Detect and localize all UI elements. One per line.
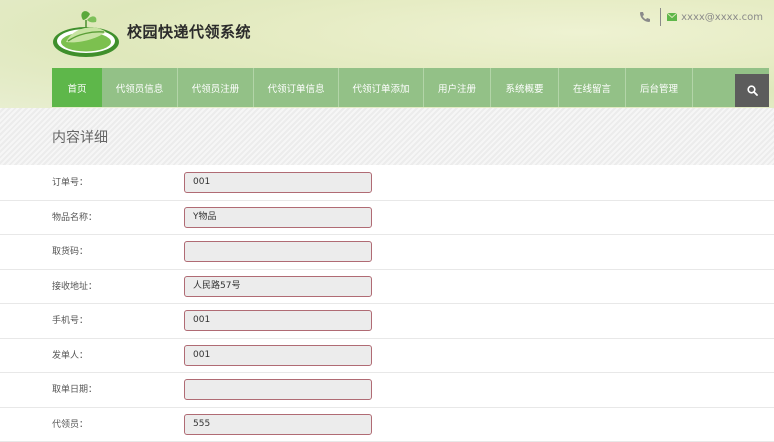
courier-label: 代领员： (52, 408, 88, 442)
form-row-sender: 发单人： 001 (0, 339, 774, 374)
nav-item-courier-register[interactable]: 代领员注册 (178, 68, 254, 107)
nav-item-order-info[interactable]: 代领订单信息 (254, 68, 339, 107)
main-nav: 首页 代领员信息 代领员注册 代领订单信息 代领订单添加 用户注册 系统概要 在… (52, 68, 769, 107)
form-row-phone: 手机号： 001 (0, 304, 774, 339)
envelope-icon (667, 13, 677, 21)
header: 校园快递代领系统 xxxx@xxxx.com 首页 代领员信息 代领员注册 代领… (0, 0, 774, 108)
nav-item-courier-info[interactable]: 代领员信息 (102, 68, 178, 107)
item-name-label: 物品名称： (52, 201, 97, 235)
nav-item-admin[interactable]: 后台管理 (626, 68, 693, 107)
pickup-date-label: 取单日期： (52, 373, 97, 407)
form-row-item-name: 物品名称： Y物品 (0, 201, 774, 236)
phone-field[interactable]: 001 (184, 310, 372, 331)
form-row-courier: 代领员： 555 (0, 408, 774, 442)
form-row-pickup-code: 取货码： (0, 235, 774, 270)
phone-icon (638, 10, 652, 24)
logo-leaf-icon[interactable] (52, 6, 120, 58)
contact-email[interactable]: xxxx@xxxx.com (681, 12, 763, 23)
form-row-address: 接收地址： 人民路57号 (0, 270, 774, 305)
search-button[interactable] (735, 74, 769, 107)
nav-item-user-register[interactable]: 用户注册 (424, 68, 491, 107)
form-row-pickup-date: 取单日期： (0, 373, 774, 408)
contact-divider (660, 8, 661, 26)
address-label: 接收地址： (52, 270, 97, 304)
nav-item-system-overview[interactable]: 系统概要 (491, 68, 559, 107)
form-row-order-no: 订单号： 001 (0, 166, 774, 201)
courier-field[interactable]: 555 (184, 414, 372, 435)
address-field[interactable]: 人民路57号 (184, 276, 372, 297)
contact-bar: xxxx@xxxx.com (638, 8, 774, 26)
page-title: 内容详细 (52, 127, 108, 147)
nav-item-online-message[interactable]: 在线留言 (559, 68, 626, 107)
pickup-code-field[interactable] (184, 241, 372, 262)
nav-item-home[interactable]: 首页 (52, 68, 102, 107)
order-no-field[interactable]: 001 (184, 172, 372, 193)
site-title: 校园快递代领系统 (127, 21, 251, 42)
sender-field[interactable]: 001 (184, 345, 372, 366)
title-band: 内容详细 (0, 108, 774, 165)
search-icon (747, 85, 758, 96)
pickup-date-field[interactable] (184, 379, 372, 400)
item-name-field[interactable]: Y物品 (184, 207, 372, 228)
pickup-code-label: 取货码： (52, 235, 88, 269)
nav-item-order-add[interactable]: 代领订单添加 (339, 68, 424, 107)
sender-label: 发单人： (52, 339, 88, 373)
detail-form: 订单号： 001 物品名称： Y物品 取货码： 接收地址： 人民路57号 手机号… (0, 166, 774, 442)
order-no-label: 订单号： (52, 166, 88, 200)
phone-label: 手机号： (52, 304, 88, 338)
